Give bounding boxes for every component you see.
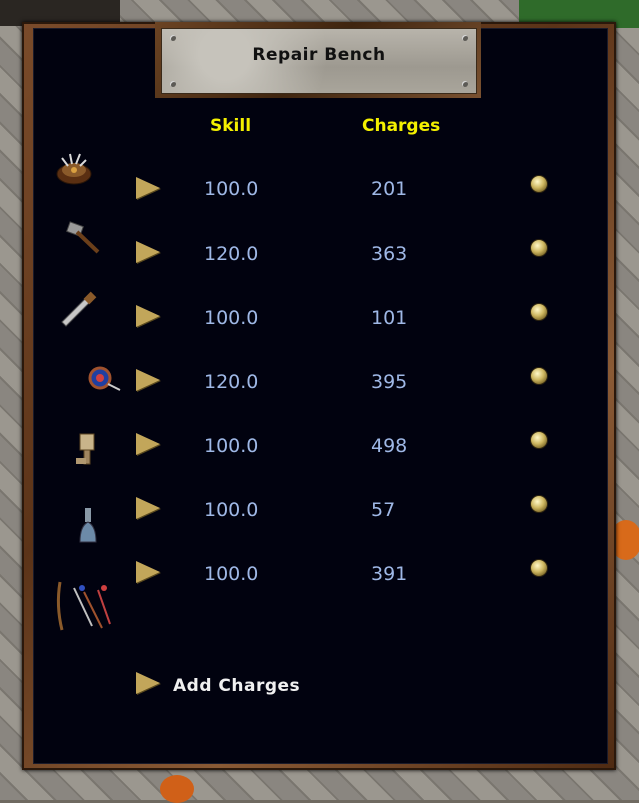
window-title: Repair Bench <box>252 45 386 65</box>
info-gem-button[interactable] <box>530 239 548 257</box>
bow-arrows-icon <box>56 581 111 631</box>
info-gem-button[interactable] <box>530 495 548 513</box>
skill-value: 120.0 <box>204 243 259 265</box>
select-arrow-button[interactable] <box>136 177 160 199</box>
skill-header: Skill <box>210 116 252 136</box>
rivet <box>170 81 176 87</box>
rivet <box>462 35 468 41</box>
skill-value: 100.0 <box>204 499 259 521</box>
charges-value: 201 <box>371 178 408 200</box>
select-arrow-button[interactable] <box>136 433 160 455</box>
skill-value: 100.0 <box>204 435 259 457</box>
add-charges-label: Add Charges <box>173 676 301 696</box>
ship-wheel-icon <box>56 153 92 185</box>
select-arrow-button[interactable] <box>136 369 160 391</box>
info-gem-button[interactable] <box>530 175 548 193</box>
charges-value: 101 <box>371 307 408 329</box>
charges-value: 498 <box>371 435 408 457</box>
charges-value: 363 <box>371 243 408 265</box>
select-arrow-button[interactable] <box>136 497 160 519</box>
info-gem-button[interactable] <box>530 431 548 449</box>
charges-value: 391 <box>371 563 408 585</box>
sewing-kit-icon <box>88 366 121 391</box>
skill-value: 100.0 <box>204 563 259 585</box>
info-gem-button[interactable] <box>530 303 548 321</box>
add-charges-button[interactable] <box>136 672 160 694</box>
rivet <box>462 81 468 87</box>
select-arrow-button[interactable] <box>136 561 160 583</box>
title-plaque: Repair Bench <box>161 28 477 94</box>
charges-value: 57 <box>371 499 396 521</box>
info-gem-button[interactable] <box>530 367 548 385</box>
info-gem-button[interactable] <box>530 559 548 577</box>
flask-icon <box>79 508 97 543</box>
charges-value: 395 <box>371 371 408 393</box>
charges-header: Charges <box>362 116 441 136</box>
saw-icon <box>61 291 97 327</box>
pumpkin <box>160 775 194 803</box>
skill-value: 100.0 <box>204 307 259 329</box>
skill-value: 100.0 <box>204 178 259 200</box>
rivet <box>170 35 176 41</box>
title-plate: Repair Bench <box>155 22 481 98</box>
skill-value: 120.0 <box>204 371 259 393</box>
select-arrow-button[interactable] <box>136 305 160 327</box>
select-arrow-button[interactable] <box>136 241 160 263</box>
tinker-tools-icon <box>76 433 95 465</box>
smith-hammer-icon <box>66 221 100 254</box>
